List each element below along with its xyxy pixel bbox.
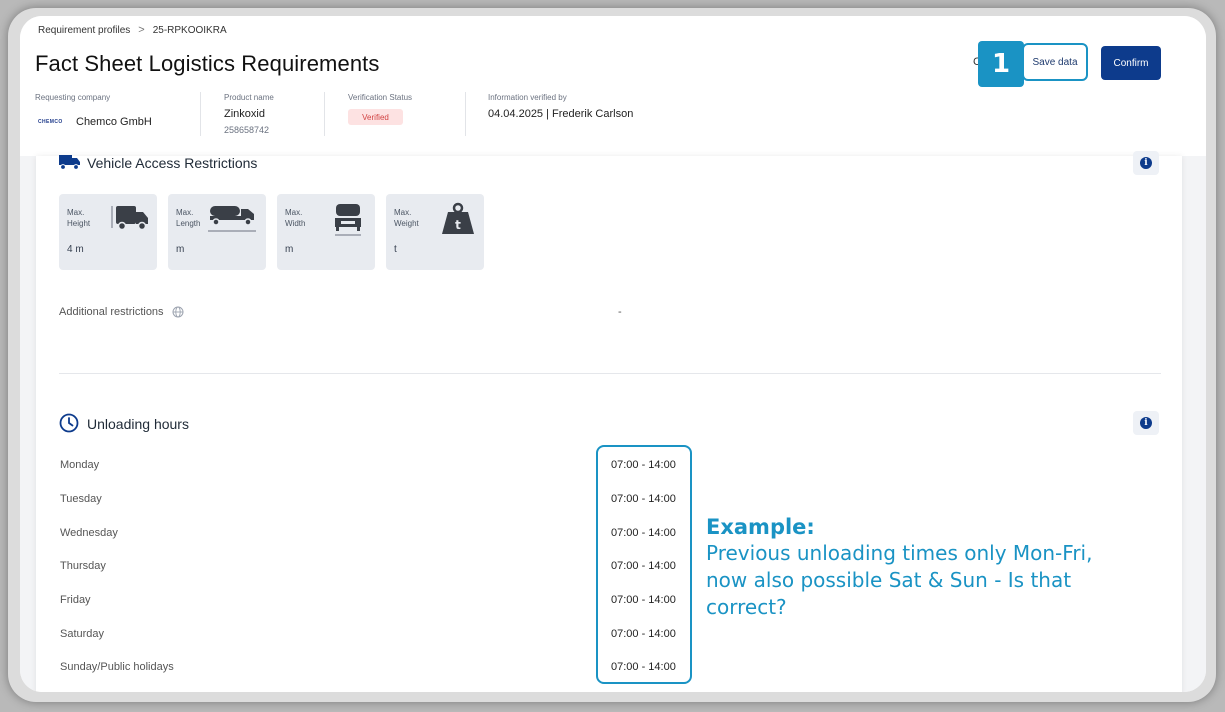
info-icon: i bbox=[1140, 417, 1152, 429]
tile-label: Max. Width bbox=[285, 208, 306, 228]
day-label: Friday bbox=[60, 594, 91, 606]
day-label: Thursday bbox=[60, 560, 106, 572]
max-height-tile: Max. Height 4 m bbox=[59, 194, 157, 270]
product-name-label: Product name bbox=[224, 93, 274, 102]
truck-length-icon bbox=[208, 206, 256, 232]
globe-icon[interactable] bbox=[172, 306, 184, 318]
day-label: Sunday/Public holidays bbox=[60, 661, 174, 673]
section-divider bbox=[59, 373, 1161, 374]
max-width-tile: Max. Width m bbox=[277, 194, 375, 270]
clock-icon bbox=[59, 413, 79, 433]
meta-divider bbox=[324, 92, 325, 136]
tile-label: Max. Height bbox=[67, 208, 91, 228]
verification-status-label: Verification Status bbox=[348, 93, 413, 102]
example-title: Example: bbox=[706, 515, 815, 539]
max-weight-tile: Max. Weight t t bbox=[386, 194, 484, 270]
additional-restrictions-value: - bbox=[618, 306, 622, 318]
day-label: Tuesday bbox=[60, 493, 102, 505]
page-header: Requirement profiles > 25-RPKOOIKRA Fact… bbox=[20, 16, 1206, 156]
company-name: Chemco GmbH bbox=[76, 116, 152, 128]
truck-icon bbox=[59, 155, 80, 170]
weight-icon: t bbox=[442, 202, 474, 234]
info-icon: i bbox=[1140, 157, 1152, 169]
breadcrumb-separator-icon: > bbox=[138, 24, 145, 36]
additional-restrictions-label: Additional restrictions bbox=[59, 306, 184, 318]
tile-label: Max. Weight bbox=[394, 208, 419, 228]
tile-value: t bbox=[394, 244, 397, 255]
verified-by-value: 04.04.2025 | Frederik Carlson bbox=[488, 108, 634, 120]
example-annotation: Example: Previous unloading times only M… bbox=[706, 514, 1106, 621]
tile-value: m bbox=[176, 244, 185, 255]
confirm-button[interactable]: Confirm bbox=[1101, 46, 1161, 80]
verified-status-badge: Verified bbox=[348, 109, 403, 125]
company-logo: CHEMCO bbox=[38, 119, 63, 125]
day-label: Wednesday bbox=[60, 527, 118, 539]
truck-width-icon bbox=[335, 204, 361, 236]
truck-height-icon bbox=[111, 206, 148, 231]
svg-text:t: t bbox=[455, 218, 461, 232]
callout-number-badge: 1 bbox=[978, 41, 1024, 87]
hours-highlight-box bbox=[596, 445, 692, 684]
unloading-info-button[interactable]: i bbox=[1133, 411, 1159, 435]
product-name: Zinkoxid bbox=[224, 108, 265, 120]
day-label: Monday bbox=[60, 459, 100, 471]
breadcrumb-current: 25-RPKOOIKRA bbox=[152, 24, 227, 36]
page-title: Fact Sheet Logistics Requirements bbox=[35, 51, 380, 76]
tile-value: 4 m bbox=[67, 244, 84, 255]
tile-value: m bbox=[285, 244, 294, 255]
requesting-company-label: Requesting company bbox=[35, 93, 111, 102]
save-data-button[interactable]: Save data bbox=[1022, 43, 1088, 81]
product-number: 258658742 bbox=[224, 125, 270, 135]
verified-by-label: Information verified by bbox=[488, 93, 567, 102]
app-screen: Requirement profiles > 25-RPKOOIKRA Fact… bbox=[20, 16, 1206, 692]
meta-divider bbox=[200, 92, 201, 136]
day-label: Saturday bbox=[60, 628, 105, 640]
vehicle-info-button[interactable]: i bbox=[1133, 151, 1159, 175]
breadcrumb-parent[interactable]: Requirement profiles bbox=[38, 25, 130, 36]
vehicle-section-title: Vehicle Access Restrictions bbox=[87, 155, 258, 171]
breadcrumb: Requirement profiles > 25-RPKOOIKRA bbox=[38, 24, 227, 36]
max-length-tile: Max. Length m bbox=[168, 194, 266, 270]
example-text: Previous unloading times only Mon-Fri, n… bbox=[706, 541, 1093, 619]
unloading-section-title: Unloading hours bbox=[87, 416, 189, 432]
meta-divider bbox=[465, 92, 466, 136]
